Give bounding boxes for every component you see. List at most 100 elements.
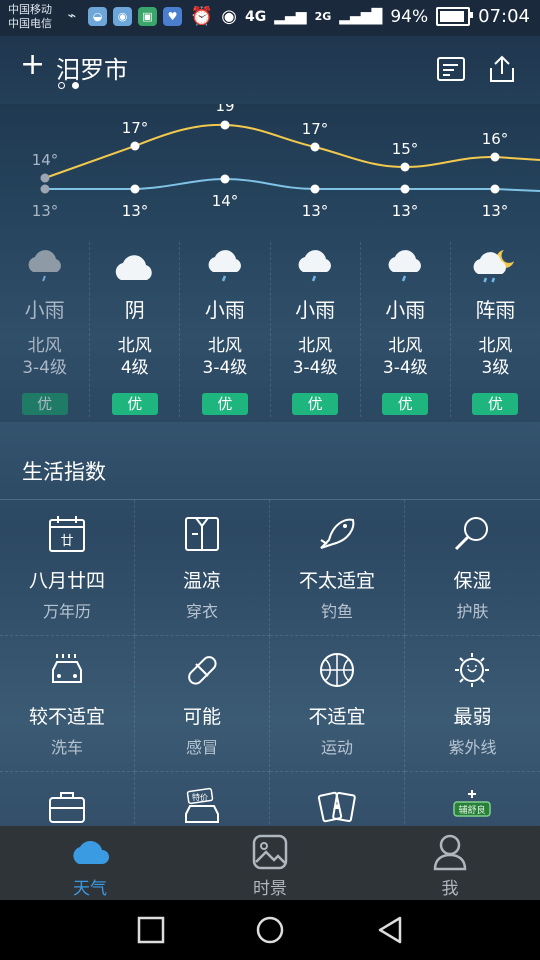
low-point — [400, 184, 410, 194]
comfort-icon: 辅舒良 — [453, 790, 491, 817]
wind-level: 3-4级 — [202, 358, 248, 378]
back-icon[interactable] — [375, 915, 405, 945]
magnifier-icon — [454, 517, 488, 551]
low-point — [130, 184, 140, 194]
high-temp-label: 17° — [302, 120, 329, 138]
life-index-clothing[interactable]: 温凉 穿衣 — [135, 500, 270, 636]
battery-percent: 94% — [390, 6, 429, 27]
nav-weather[interactable]: 天气 — [0, 826, 180, 900]
page-indicator — [58, 82, 79, 89]
cards-icon — [317, 791, 356, 823]
fish-icon — [320, 518, 355, 549]
life-index-sports[interactable]: 不适宜 运动 — [270, 636, 405, 772]
life-index-fishing[interactable]: 不太适宜 钓鱼 — [270, 500, 405, 636]
car-wash-icon — [52, 654, 82, 683]
aqi-badge: 优 — [292, 393, 339, 415]
index-label: 护肤 — [456, 602, 489, 621]
high-point — [490, 152, 500, 162]
index-value: 可能 — [182, 706, 221, 728]
index-value: 较不适宜 — [28, 706, 105, 728]
high-temp-label: 16° — [482, 130, 509, 148]
forecast-day[interactable]: 小雨 北风 3-4级 优 — [361, 242, 451, 417]
low-temp-label: 14° — [212, 192, 239, 210]
life-index-carwash[interactable]: 较不适宜 洗车 — [0, 636, 135, 772]
low-temp-label: 13° — [482, 202, 509, 220]
calendar-icon: 廿 — [49, 516, 85, 552]
overcast-cloud-icon — [115, 255, 152, 280]
wind-direction: 北风 — [27, 336, 62, 356]
share-icon[interactable] — [487, 54, 517, 84]
high-point — [400, 162, 410, 172]
condition-text: 小雨 — [24, 298, 65, 322]
home-icon[interactable] — [255, 915, 285, 945]
low-temp-label: 13° — [32, 202, 59, 220]
high-temp-label: 17° — [122, 119, 149, 137]
section-title: 生活指数 — [22, 460, 106, 484]
index-value: 最弱 — [453, 706, 492, 728]
car-price-tag: 特价 — [192, 792, 208, 802]
city-name[interactable]: 汨罗市 — [56, 50, 128, 85]
forecast-day[interactable]: 阴 北风 4级 优 — [90, 242, 181, 417]
index-label: 洗车 — [50, 738, 83, 757]
forecast-days: 小雨 北风 3-4级 优 阴 北风 4级 优 小雨 北风 3-4级 优 小雨 北风 3-… — [0, 242, 540, 417]
light-rain-icon — [208, 250, 241, 282]
sun-icon — [455, 653, 489, 687]
index-value: 八月廿四 — [28, 570, 105, 592]
low-temp-line — [45, 177, 540, 192]
shower-night-icon — [474, 250, 515, 283]
aqi-badge: 优 — [21, 393, 68, 415]
condition-text: 小雨 — [204, 298, 245, 322]
carrier-2: 中国电信 — [8, 17, 52, 30]
battery-icon — [436, 7, 474, 26]
index-value: 温凉 — [182, 570, 221, 592]
high-temp-line — [44, 123, 540, 179]
clock: 07:04 — [478, 6, 530, 27]
index-value: 不太适宜 — [298, 570, 375, 592]
comfort-tag: 辅舒良 — [458, 804, 485, 816]
low-temp-label: 13° — [392, 202, 419, 220]
life-index-cold[interactable]: 可能 感冒 — [135, 636, 270, 772]
wechat-app-icon: ▣ — [138, 6, 157, 26]
nav-timeline[interactable]: 时景 — [180, 826, 360, 900]
wind-direction: 北风 — [298, 336, 333, 356]
life-index-section: 生活指数 廿 八月廿四 万年历 温凉 穿衣 不太适宜 钓鱼 保湿 护肤 较不适宜… — [0, 436, 540, 908]
condition-text: 小雨 — [385, 298, 426, 322]
carrier-info: 中国移动 中国电信 — [8, 3, 52, 31]
low-point — [310, 184, 320, 194]
page-dot-active — [72, 82, 79, 89]
page-dot — [58, 82, 65, 89]
forecast-day[interactable]: 小雨 北风 3-4级 优 — [271, 242, 361, 417]
condition-text: 阴 — [124, 298, 145, 322]
forecast-day[interactable]: 小雨 北风 3-4级 优 — [0, 242, 91, 417]
aqi-badge: 优 — [111, 393, 158, 415]
forecast-day[interactable]: 小雨 北风 3-4级 优 — [180, 242, 271, 417]
low-point — [220, 174, 230, 184]
low-temp-label: 13° — [302, 202, 329, 220]
aqi-badge: 优 — [472, 393, 519, 415]
wind-level: 3级 — [481, 358, 510, 378]
light-rain-icon — [388, 250, 422, 282]
add-city-button[interactable]: + — [20, 50, 45, 80]
high-point — [130, 141, 140, 151]
recent-apps-icon[interactable] — [136, 915, 166, 945]
car-price-icon: 特价 — [185, 787, 219, 823]
system-navigation-bar — [0, 900, 540, 960]
wind-level: 3-4级 — [382, 358, 428, 378]
health-app-icon: ♥ — [163, 6, 182, 26]
shirt-icon — [185, 517, 219, 551]
forecast-day[interactable]: 阵雨 北风 3级 优 — [451, 242, 540, 417]
life-index-skincare[interactable]: 保湿 护肤 — [405, 500, 540, 636]
low-point — [40, 184, 50, 194]
low-point — [490, 184, 500, 194]
list-icon[interactable] — [436, 54, 466, 84]
wind-level: 3-4级 — [292, 358, 338, 378]
condition-text: 阵雨 — [475, 298, 516, 322]
life-index-calendar[interactable]: 廿 八月廿四 万年历 — [0, 500, 135, 636]
svg-text:廿: 廿 — [60, 534, 73, 549]
low-temp-label: 13° — [122, 202, 149, 220]
nav-me[interactable]: 我 — [360, 826, 540, 900]
photo-icon — [252, 834, 288, 870]
life-index-uv[interactable]: 最弱 紫外线 — [405, 636, 540, 772]
network-4g-label: 4G — [245, 8, 267, 25]
briefcase-icon — [49, 792, 85, 823]
